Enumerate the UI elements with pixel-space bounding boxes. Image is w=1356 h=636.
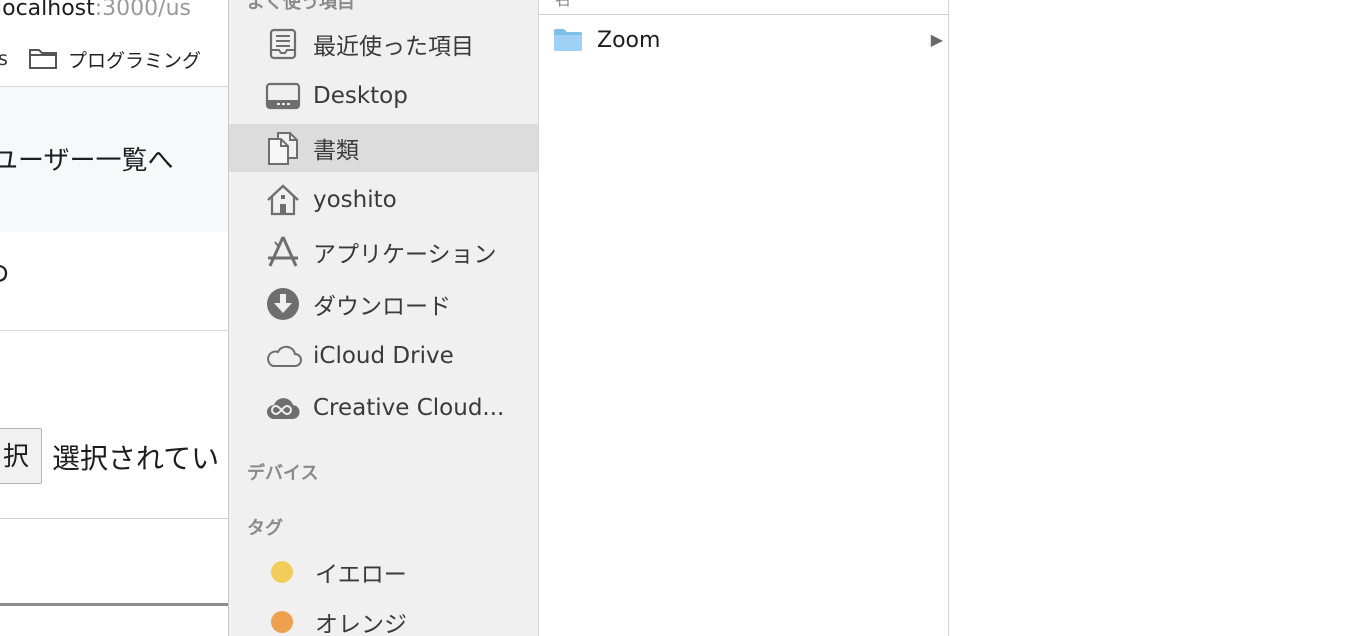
- sidebar-item-label: Desktop: [313, 83, 408, 109]
- recents-icon: [263, 24, 303, 64]
- file-name: Zoom: [597, 27, 661, 53]
- column-header: 名: [555, 0, 571, 10]
- favorites-header: よく使う項目: [247, 0, 355, 13]
- sidebar-item-recents[interactable]: 最近使った項目: [229, 20, 538, 68]
- icloud-icon: [263, 336, 303, 376]
- documents-icon: [263, 128, 303, 168]
- sidebar-item-label: アプリケーション: [313, 242, 497, 268]
- sidebar-item-label: iCloud Drive: [313, 343, 454, 369]
- home-icon: [263, 180, 303, 220]
- user-list-link[interactable]: ユーザー一覧へ: [0, 140, 173, 177]
- sidebar-item-home[interactable]: yoshito: [229, 176, 538, 224]
- sidebar-item-desktop[interactable]: Desktop: [229, 72, 538, 120]
- finder-sidebar: よく使う項目 最近使った項目 Desktop 書類 yoshito アプリケーシ…: [228, 0, 539, 636]
- sidebar-item-applications[interactable]: アプリケーション: [229, 228, 538, 276]
- sidebar-tag-yellow[interactable]: イエロー: [229, 548, 538, 596]
- browser-window: localhost:3000/us s プログラミング ユーザー一覧へ ゆ 択 …: [0, 0, 230, 636]
- sidebar-item-label: ダウンロード: [313, 294, 451, 320]
- file-status-text: 選択されてい: [52, 442, 220, 475]
- downloads-icon: [263, 284, 303, 324]
- creative-cloud-icon: [263, 388, 303, 428]
- sidebar-item-label: 書類: [313, 138, 359, 164]
- desktop-icon: [263, 76, 303, 116]
- page-text: ゆ: [0, 250, 10, 294]
- list-item-zoom[interactable]: Zoom ▶: [539, 22, 947, 58]
- tag-yellow-dot: [271, 561, 293, 583]
- devices-header: デバイス: [247, 463, 319, 484]
- tags-header: タグ: [247, 518, 283, 539]
- sidebar-item-documents[interactable]: 書類: [229, 124, 538, 172]
- tag-orange-dot: [271, 611, 293, 633]
- sidebar-item-label: yoshito: [313, 187, 397, 213]
- folder-icon: [29, 49, 57, 69]
- column-header-divider: [539, 14, 949, 15]
- empty-column-area: [949, 0, 1356, 636]
- sidebar-item-label: Creative Cloud...: [313, 395, 505, 421]
- applications-icon: [263, 232, 303, 272]
- text-area[interactable]: [0, 518, 230, 606]
- disclosure-triangle-icon: ▶: [930, 30, 943, 49]
- bookmarks-bar: s プログラミング: [0, 34, 230, 87]
- divider: [0, 330, 230, 331]
- bookmark-fragment[interactable]: s: [0, 48, 8, 70]
- sidebar-item-label: 最近使った項目: [313, 34, 474, 60]
- sidebar-item-downloads[interactable]: ダウンロード: [229, 280, 538, 328]
- sidebar-item-icloud-drive[interactable]: iCloud Drive: [229, 332, 538, 380]
- sidebar-tag-label: オレンジ: [315, 612, 407, 636]
- address-bar[interactable]: localhost:3000/us: [0, 0, 230, 24]
- address-path: :3000/us: [94, 0, 191, 21]
- file-column: 名 Zoom ▶: [539, 0, 949, 636]
- bookmark-folder-programming[interactable]: プログラミング: [68, 46, 201, 73]
- address-host: localhost: [0, 0, 95, 21]
- sidebar-tag-label: イエロー: [315, 562, 407, 588]
- sidebar-tag-orange[interactable]: オレンジ: [229, 598, 538, 636]
- file-choose-button[interactable]: 択: [0, 428, 42, 484]
- folder-icon: [554, 29, 582, 51]
- sidebar-item-creative-cloud[interactable]: Creative Cloud...: [229, 384, 538, 432]
